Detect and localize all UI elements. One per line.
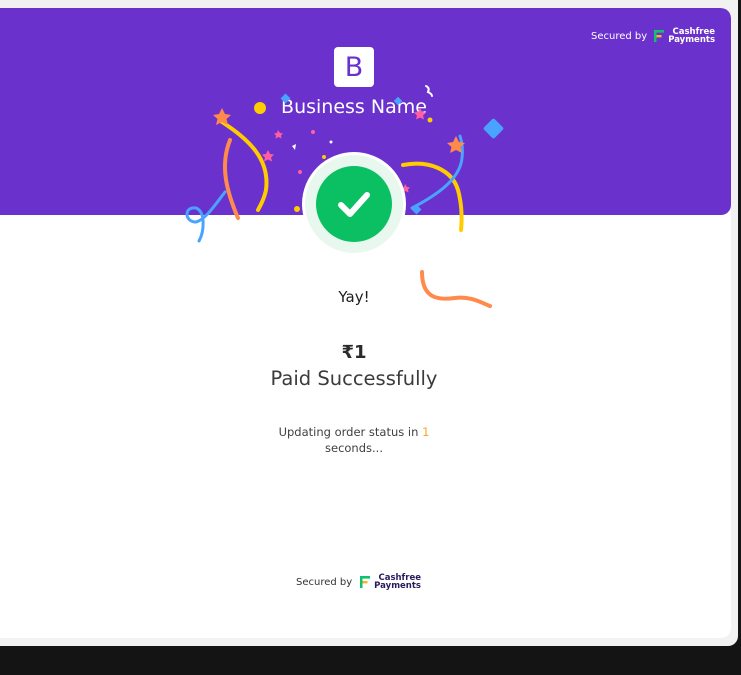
celebration-text: Yay! xyxy=(338,288,370,306)
countdown-value: 1 xyxy=(422,425,430,439)
redirect-countdown-message: Updating order status in 1 seconds... xyxy=(254,424,454,456)
secured-by-badge-footer: Secured by Cashfree Payments xyxy=(296,574,421,591)
cashfree-wordmark: Cashfree Payments xyxy=(668,28,715,45)
secured-by-label-footer: Secured by xyxy=(296,576,353,588)
payment-result-text: Paid Successfully xyxy=(270,367,438,390)
paid-amount: ₹1 xyxy=(341,342,367,363)
updating-prefix: Updating order status in xyxy=(278,425,419,439)
business-name: Business Name xyxy=(281,96,427,118)
cashfree-logo-footer: Cashfree Payments xyxy=(359,574,421,590)
updating-suffix: seconds... xyxy=(325,441,383,455)
success-badge xyxy=(316,166,392,242)
cashfree-logo-icon xyxy=(360,576,371,588)
brand-line-2-footer: Payments xyxy=(374,581,421,591)
cashfree-logo-icon xyxy=(654,30,665,42)
checkmark-icon xyxy=(338,192,370,217)
cashfree-logo: Cashfree Payments xyxy=(653,28,715,44)
secured-by-label: Secured by xyxy=(591,30,648,42)
brand-line-2: Payments xyxy=(668,35,715,45)
secured-by-badge-top: Secured by Cashfree Payments xyxy=(591,28,715,45)
cashfree-wordmark-footer: Cashfree Payments xyxy=(374,574,421,591)
business-logo: B xyxy=(334,47,374,87)
